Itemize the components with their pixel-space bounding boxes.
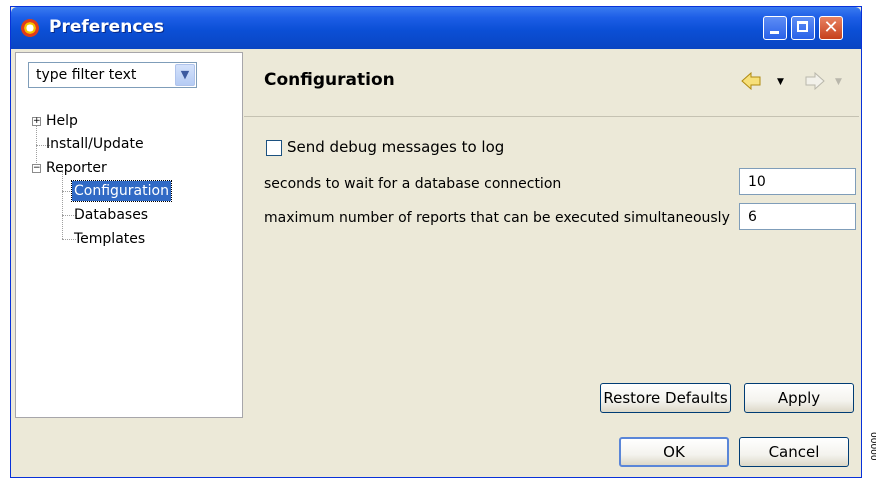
back-arrow-icon[interactable]	[741, 72, 767, 90]
wait-seconds-label: seconds to wait for a database connectio…	[264, 176, 562, 192]
ok-button[interactable]: OK	[619, 437, 729, 467]
forward-history-dropdown-icon[interactable]: ▼	[835, 77, 842, 87]
tree-connector	[62, 171, 63, 239]
back-history-dropdown-icon[interactable]: ▼	[777, 77, 784, 87]
page-title: Configuration	[264, 70, 395, 90]
send-debug-checkbox[interactable]	[266, 140, 282, 156]
header-separator	[244, 116, 859, 117]
maximize-button[interactable]	[791, 16, 815, 40]
tree-item-label: Help	[46, 113, 78, 129]
tree-item-label: Configuration	[71, 180, 172, 202]
figure-number: 00000	[868, 432, 876, 461]
minimize-icon	[770, 31, 779, 34]
cancel-button[interactable]: Cancel	[739, 437, 849, 467]
window-title: Preferences	[49, 17, 165, 37]
max-reports-input[interactable]: 6	[739, 203, 856, 230]
maximize-icon	[797, 21, 808, 32]
close-button[interactable]: ✕	[819, 16, 843, 40]
close-icon: ✕	[823, 17, 839, 38]
filter-combo[interactable]: type filter text ▼	[28, 62, 197, 88]
expand-plus-icon[interactable]: +	[32, 117, 41, 126]
forward-arrow-icon[interactable]	[799, 72, 825, 90]
filter-input[interactable]: type filter text	[36, 67, 136, 83]
wait-seconds-input[interactable]: 10	[739, 168, 856, 195]
minimize-button[interactable]	[763, 16, 787, 40]
collapse-minus-icon[interactable]: −	[32, 164, 41, 173]
tree-item-label: Databases	[74, 207, 149, 223]
preferences-tree-panel: type filter text ▼ + Help Install/Update…	[15, 52, 243, 418]
configuration-page: Configuration ▼ ▼ Send debug messages to…	[244, 52, 859, 418]
tree-item-label: Reporter	[46, 160, 107, 176]
send-debug-label[interactable]: Send debug messages to log	[287, 138, 504, 156]
apply-button[interactable]: Apply	[744, 383, 854, 413]
restore-defaults-button[interactable]: Restore Defaults	[600, 383, 731, 413]
preferences-window: Preferences ✕ type filter text ▼ + Help …	[10, 6, 862, 478]
app-icon	[21, 19, 39, 37]
tree-item-label: Templates	[74, 231, 146, 247]
chevron-down-icon[interactable]: ▼	[175, 64, 195, 86]
tree-item-label: Install/Update	[46, 136, 144, 152]
max-reports-label: maximum number of reports that can be ex…	[264, 210, 730, 226]
title-bar[interactable]: Preferences ✕	[11, 7, 861, 49]
